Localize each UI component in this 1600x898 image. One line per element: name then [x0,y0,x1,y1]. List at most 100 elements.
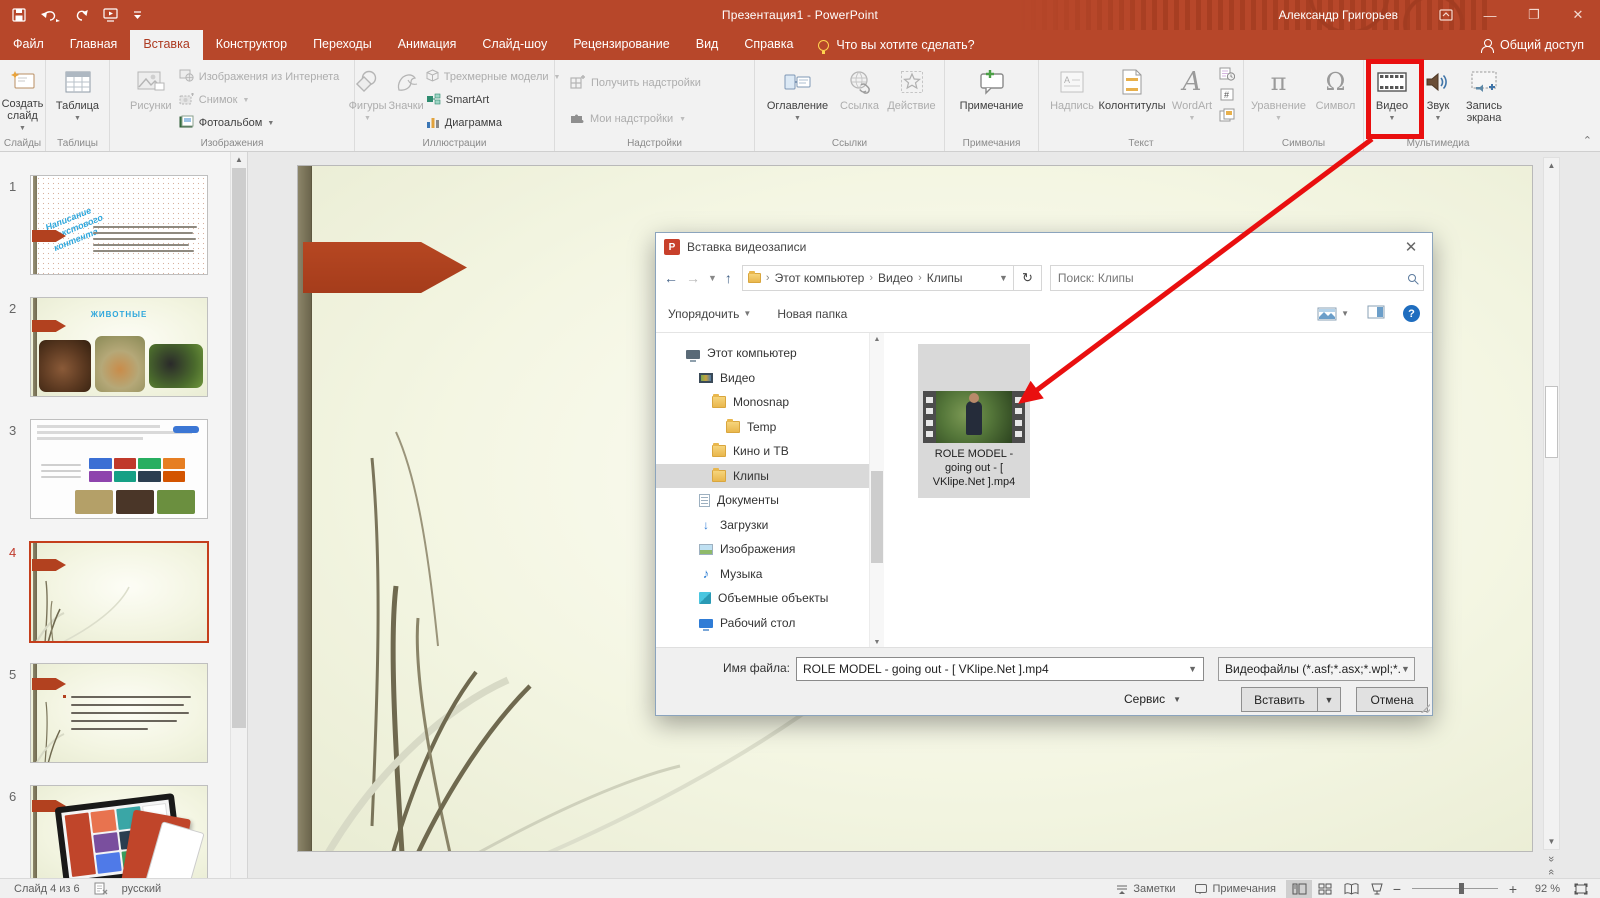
up-button[interactable]: ↑ [725,270,732,286]
save-icon[interactable] [12,8,26,22]
tab-view[interactable]: Вид [683,30,732,60]
zoom-out-button[interactable]: − [1390,881,1404,897]
photo-album-button[interactable]: Фотоальбом▼ [179,113,339,133]
forward-button[interactable]: → [686,270,700,286]
share-button[interactable]: Общий доступ [1481,30,1600,60]
comments-button[interactable]: Примечания [1185,879,1286,898]
textbox-button[interactable]: A Надпись [1047,64,1097,135]
symbol-button[interactable]: Ω Символ [1312,64,1360,135]
tree-item-music[interactable]: ♪Музыка [656,562,869,587]
minimize-button[interactable]: — [1468,0,1512,30]
language-indicator[interactable]: русский [122,883,161,895]
close-button[interactable]: ✕ [1556,0,1600,30]
slide-thumbnail-1[interactable]: Написание текстового контента [30,175,208,275]
redo-button[interactable] [75,9,88,22]
tab-home[interactable]: Главная [57,30,131,60]
scroll-down-icon[interactable]: ▼ [1544,834,1559,849]
tree-item-monosnap[interactable]: Monosnap [656,390,869,415]
breadcrumb-videos[interactable]: Видео [878,271,913,285]
tools-button[interactable]: Сервис▼ [1124,692,1181,706]
action-button[interactable]: Действие [885,64,939,135]
address-dropdown-icon[interactable]: ▼ [999,273,1008,283]
tab-help[interactable]: Справка [731,30,806,60]
filetype-dropdown-icon[interactable]: ▼ [1401,664,1410,674]
organize-button[interactable]: Упорядочить▼ [668,307,751,321]
tab-transitions[interactable]: Переходы [300,30,385,60]
spellcheck-icon[interactable] [94,882,108,895]
notes-button[interactable]: Заметки [1106,879,1185,898]
tree-item-pictures[interactable]: Изображения [656,537,869,562]
scrollbar-thumb[interactable] [871,471,883,563]
filetype-select[interactable]: Видеофайлы (*.asf;*.asx;*.wpl;*. ▼ [1218,657,1415,681]
table-button[interactable]: Таблица▼ [52,64,104,135]
audio-button[interactable]: Звук▼ [1420,64,1456,135]
ribbon-display-options-icon[interactable] [1424,0,1468,30]
scroll-up-icon[interactable]: ▲ [231,152,247,167]
smartart-button[interactable]: SmartArt [426,90,561,110]
zoom-in-button[interactable]: + [1506,881,1520,897]
start-slideshow-icon[interactable] [103,8,118,22]
scroll-up-icon[interactable]: ▲ [1544,158,1559,173]
screen-recording-button[interactable]: Запись экрана [1458,64,1510,135]
get-addins-button[interactable]: Получить надстройки [569,70,701,96]
back-button[interactable]: ← [664,270,678,286]
icons-button[interactable]: Значки [388,64,423,135]
maximize-button[interactable]: ❐ [1512,0,1556,30]
tree-item-videos[interactable]: Видео [656,366,869,391]
3d-models-button[interactable]: Трехмерные модели▼ [426,67,561,87]
dialog-titlebar[interactable]: P Вставка видеозаписи ✕ [656,233,1432,261]
scrollbar-thumb[interactable] [1545,386,1558,458]
recent-locations-icon[interactable]: ▼ [708,273,717,283]
insert-split-dropdown[interactable]: ▼ [1317,687,1341,712]
reading-view-button[interactable] [1338,880,1364,898]
wordart-button[interactable]: A WordArt▼ [1167,64,1217,135]
my-addins-button[interactable]: Мои надстройки▼ [569,106,686,132]
new-folder-button[interactable]: Новая папка [777,307,847,321]
slide-thumbnail-5[interactable] [30,663,208,763]
help-button[interactable]: ? [1403,305,1420,322]
undo-button[interactable] [41,9,60,22]
tree-item-clips-selected[interactable]: Клипы [656,464,869,489]
tree-item-this-pc[interactable]: Этот компьютер [656,341,869,366]
chart-button[interactable]: Диаграмма [426,113,561,133]
tree-item-movies-tv[interactable]: Кино и ТВ [656,439,869,464]
normal-view-button[interactable] [1286,880,1312,898]
tab-slideshow[interactable]: Слайд-шоу [469,30,560,60]
user-name[interactable]: Александр Григорьев [1279,8,1398,22]
new-slide-button[interactable]: Создать слайд▼ [2,64,44,135]
slide-thumbnail-6[interactable] [30,785,208,878]
fit-to-window-button[interactable] [1568,880,1594,898]
tab-insert[interactable]: Вставка [130,30,202,60]
online-pictures-button[interactable]: Изображения из Интернета [179,67,339,87]
video-file-tile-selected[interactable]: ROLE MODEL - going out - [ VKlipe.Net ].… [918,344,1030,498]
slide-sorter-view-button[interactable] [1312,880,1338,898]
collapse-ribbon-icon[interactable]: ⌃ [1583,134,1592,147]
tree-item-documents[interactable]: Документы [656,488,869,513]
previous-slide-button[interactable]: » [1543,852,1560,865]
pictures-button[interactable]: Рисунки [125,64,177,135]
refresh-button[interactable]: ↻ [1014,265,1042,291]
insert-object-icon[interactable] [1219,108,1235,127]
slide-thumbnail-3[interactable] [30,419,208,519]
filename-input[interactable]: ROLE MODEL - going out - [ VKlipe.Net ].… [796,657,1204,681]
tab-file[interactable]: Файл [0,30,57,60]
scrollbar-thumb[interactable] [232,168,246,728]
zoom-slider[interactable] [1412,888,1498,889]
slide-thumbnail-4-selected[interactable] [29,541,209,643]
filename-dropdown-icon[interactable]: ▼ [1188,664,1197,674]
scroll-up-icon[interactable]: ▲ [870,333,884,346]
zoom-level[interactable]: 92 % [1520,883,1560,895]
preview-pane-button[interactable] [1367,305,1385,322]
panel-scrollbar[interactable]: ▲ [230,152,247,878]
equation-button[interactable]: π Уравнение▼ [1248,64,1310,135]
next-slide-button[interactable]: « [1543,865,1560,878]
breadcrumb-clips[interactable]: Клипы [927,271,963,285]
shapes-button[interactable]: Фигуры▼ [349,64,387,135]
dialog-close-button[interactable]: ✕ [1390,233,1432,261]
header-footer-button[interactable]: Колонтитулы [1099,64,1165,135]
slideshow-view-button[interactable] [1364,880,1390,898]
tree-item-temp[interactable]: Temp [656,415,869,440]
view-mode-button[interactable]: ▼ [1317,307,1349,321]
link-button[interactable]: Ссылка [837,64,883,135]
tree-item-downloads[interactable]: ↓Загрузки [656,513,869,538]
